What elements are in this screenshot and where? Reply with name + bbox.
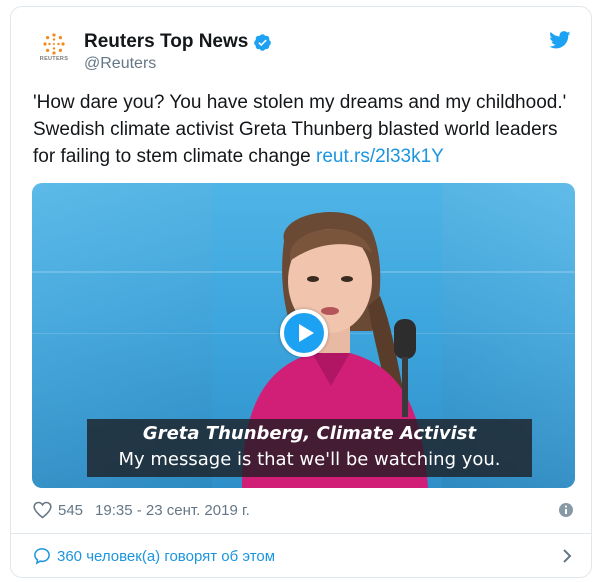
verified-badge-icon [254, 33, 272, 51]
play-button[interactable] [280, 309, 328, 357]
video-player[interactable]: Greta Thunberg, Climate Activist My mess… [32, 183, 575, 488]
video-caption-title: Greta Thunberg, Climate Activist [142, 423, 477, 444]
footer-divider [11, 533, 591, 534]
speech-bubble-icon [34, 548, 50, 565]
tweet-header: REUTERS Reuters Top News @Reuters [11, 7, 591, 87]
tweet-text-line-3: for failing to stem climate change [33, 146, 317, 167]
avatar-brand-text: REUTERS [39, 56, 69, 62]
reuters-logo-icon [43, 33, 65, 55]
avatar[interactable]: REUTERS [34, 29, 74, 69]
twitter-bird-icon[interactable] [549, 31, 571, 49]
tweet-meta: 545 19:35 - 23 сент. 2019 г. [33, 499, 573, 521]
video-caption: Greta Thunberg, Climate Activist My mess… [87, 419, 532, 477]
tweet-text-line-2: Swedish climate activist Greta Thunberg … [33, 119, 558, 140]
display-name[interactable]: Reuters Top News [84, 31, 248, 53]
heart-icon[interactable] [33, 501, 52, 519]
like-count[interactable]: 545 [58, 502, 83, 519]
video-caption-subtitle: My message is that we'll be watching you… [118, 449, 501, 470]
account-handle[interactable]: @Reuters [84, 55, 156, 73]
tweet-card: REUTERS Reuters Top News @Reuters 'How d… [10, 6, 592, 578]
conversation-count[interactable]: 360 человек(а) говорят об этом [57, 548, 275, 565]
tweet-text: 'How dare you? You have stolen my dreams… [33, 89, 578, 170]
conversation-link[interactable]: 360 человек(а) говорят об этом [33, 545, 573, 567]
timestamp[interactable]: 19:35 - 23 сент. 2019 г. [95, 502, 250, 519]
name-row: Reuters Top News [84, 31, 272, 53]
tweet-link[interactable]: reut.rs/2l33k1Y [316, 146, 444, 167]
tweet-text-line-1: 'How dare you? You have stolen my dreams… [33, 92, 567, 113]
info-icon[interactable] [558, 502, 574, 518]
play-icon [299, 324, 314, 342]
chevron-right-icon[interactable] [561, 548, 573, 564]
